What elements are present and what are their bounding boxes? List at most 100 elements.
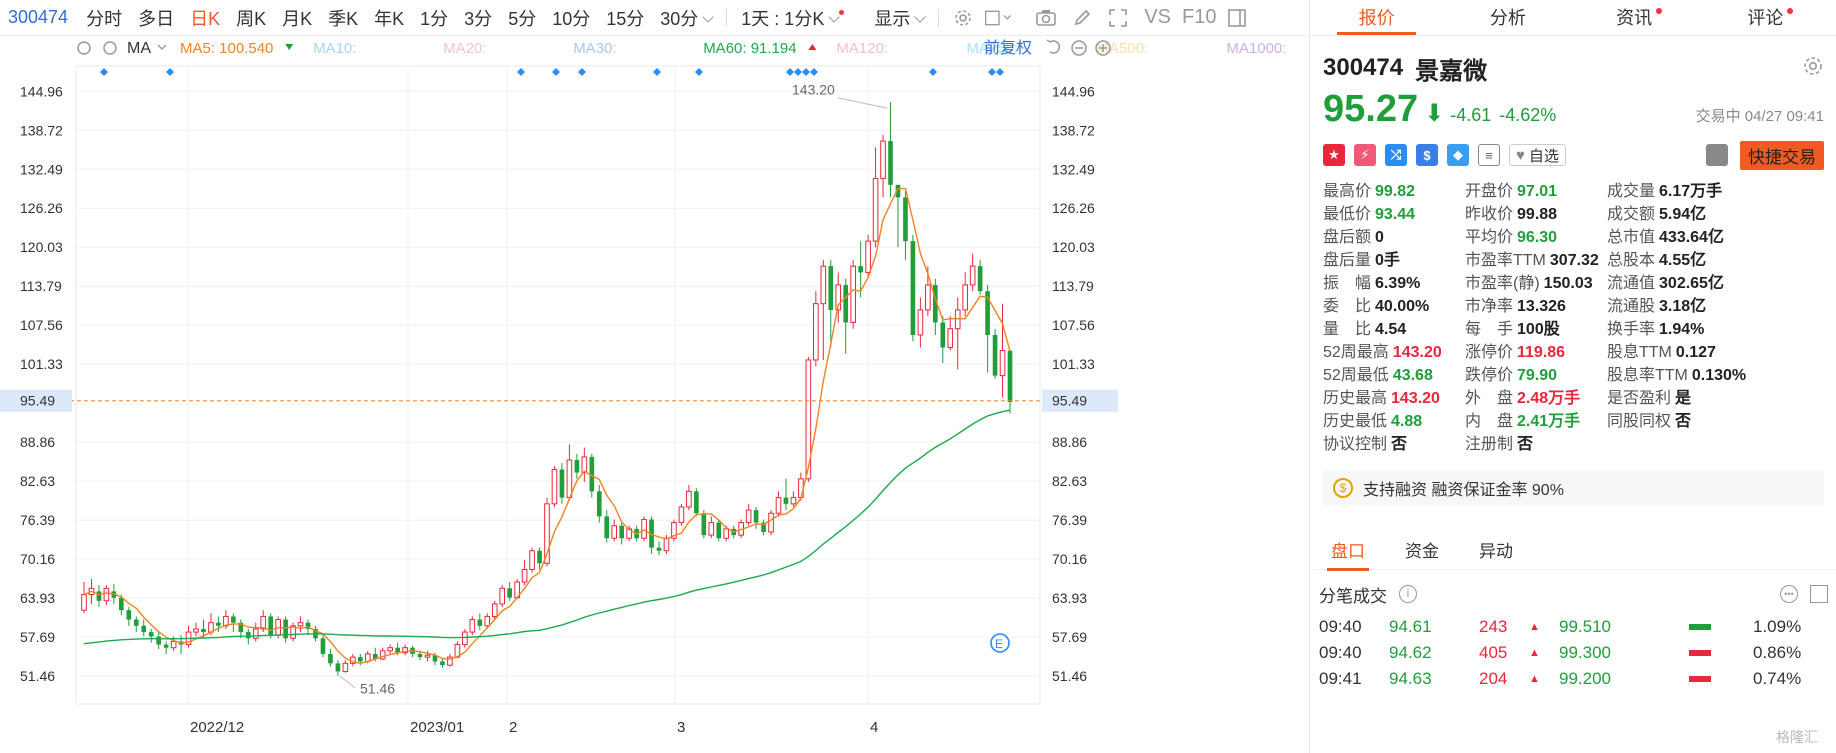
stat-value: 4.55亿 — [1659, 252, 1707, 269]
shuffle-icon[interactable]: ⤮ — [1385, 144, 1407, 166]
stat-label: 量 比 — [1323, 321, 1372, 338]
detail-tab[interactable]: 异动 — [1459, 534, 1533, 570]
quote-panel: 报价 分析 资讯 评论 300474 景嘉微 95.27 ⬇ -4.61 -4.62%… — [1311, 0, 1836, 753]
stock-code-label: 300474 — [1323, 54, 1404, 81]
stat-item: 昨收价 99.88 — [1465, 203, 1607, 226]
bell-icon[interactable] — [1706, 144, 1728, 166]
quick-trade-button[interactable]: 快捷交易 — [1740, 140, 1824, 170]
trading-status: 交易中 04/27 09:41 — [1695, 108, 1824, 125]
stat-value: 0手 — [1375, 252, 1400, 269]
stat-label: 盘后额 — [1323, 229, 1372, 246]
undo-icon[interactable] — [1046, 39, 1060, 54]
tick-volume: 243 — [1479, 617, 1508, 636]
document-icon[interactable]: ≡ — [1478, 144, 1500, 166]
event-marker-icon[interactable] — [802, 68, 810, 76]
candle-body-down — [828, 266, 834, 310]
dollar-icon[interactable]: $ — [1416, 144, 1438, 166]
ma-legend-4: MA60: 91.194 — [703, 40, 796, 57]
f10-button[interactable]: F10 — [1182, 3, 1216, 33]
period-tab[interactable]: 季K — [320, 5, 366, 31]
china-flag-icon[interactable]: ★ — [1323, 144, 1345, 166]
event-marker-icon[interactable] — [552, 68, 560, 76]
event-marker-icon[interactable] — [988, 68, 996, 76]
tick-time: 09:41 — [1319, 669, 1362, 688]
period-tab[interactable]: 多日 — [130, 5, 182, 31]
period-tab[interactable]: 年K — [366, 5, 412, 31]
settings-gear-icon[interactable] — [948, 3, 978, 33]
tag-icon[interactable]: ◆ — [1447, 144, 1469, 166]
settings-gear-icon[interactable] — [77, 41, 91, 55]
stat-label: 平均价 — [1465, 229, 1514, 246]
candle-body-up — [551, 468, 558, 505]
candlestick-chart[interactable]: MA MA5: 100.540 MA10: MA20: MA30: MA60: 91.19… — [0, 36, 1310, 753]
tick-amount: 99.200 — [1559, 669, 1611, 688]
event-marker-icon[interactable] — [786, 68, 794, 76]
grid-view-icon[interactable] — [1810, 585, 1828, 603]
lightning-icon[interactable]: ⚡ — [1354, 144, 1376, 166]
event-marker-icon[interactable] — [695, 68, 703, 76]
event-marker-icon[interactable] — [810, 68, 818, 76]
event-marker-icon[interactable] — [996, 68, 1004, 76]
stat-item: 股息率TTM 0.130% — [1607, 364, 1824, 387]
up-triangle-icon: ▲ — [1529, 673, 1540, 685]
current-price-label-right: 95.49 — [1052, 393, 1087, 409]
more-options-icon[interactable]: ••• — [1780, 585, 1798, 603]
period-select-30min[interactable]: 30分 — [652, 5, 720, 31]
stat-label: 股息率TTM — [1607, 367, 1688, 384]
pencil-draw-icon[interactable] — [1067, 3, 1097, 33]
chevron-down-icon[interactable] — [157, 44, 167, 50]
y-tick-label-right: 144.96 — [1052, 83, 1095, 99]
detail-tab[interactable]: 资金 — [1385, 534, 1459, 570]
stat-item: 开盘价 97.01 — [1465, 180, 1607, 203]
detail-tabs: 盘口 资金 异动 — [1311, 534, 1836, 571]
stat-value: 1.94% — [1659, 321, 1705, 338]
close-circle-icon[interactable] — [103, 41, 117, 55]
camera-icon[interactable] — [1031, 3, 1061, 33]
candle-body-up — [820, 265, 827, 305]
ma-legend-3: MA30: — [573, 40, 616, 57]
event-marker-icon[interactable] — [517, 68, 525, 76]
y-tick-label-right: 82.63 — [1052, 473, 1087, 489]
display-select[interactable]: 显示 — [866, 5, 932, 31]
candle-body-up — [775, 497, 782, 514]
quote-tab[interactable]: 资讯 — [1574, 0, 1705, 35]
fullscreen-icon[interactable] — [1103, 3, 1133, 33]
event-marker-icon[interactable] — [929, 68, 937, 76]
stat-value: 143.20 — [1391, 390, 1440, 407]
quote-tab[interactable]: 分析 — [1442, 0, 1573, 35]
ma5-line — [83, 187, 1011, 665]
gear-icon[interactable] — [1802, 55, 1824, 82]
layout-square-icon[interactable] — [984, 3, 1014, 33]
add-watchlist-button[interactable]: ♥ 自选 — [1509, 144, 1566, 166]
day-period-select[interactable]: 1天 : 1分K — [733, 5, 852, 31]
collapse-panel-icon[interactable] — [1222, 3, 1252, 33]
event-badge-letter: E — [995, 637, 1003, 651]
period-tab[interactable]: 15分 — [598, 5, 652, 31]
period-tab[interactable]: 5分 — [500, 5, 544, 31]
detail-tab[interactable]: 盘口 — [1311, 534, 1385, 571]
stock-code[interactable]: 300474 — [0, 7, 78, 28]
event-marker-icon[interactable] — [794, 68, 802, 76]
up-triangle-icon — [808, 44, 817, 50]
stat-item: 量 比 4.54 — [1323, 318, 1465, 341]
period-tab[interactable]: 3分 — [456, 5, 500, 31]
period-tab[interactable]: 日K — [182, 5, 228, 31]
event-marker-icon[interactable] — [578, 68, 586, 76]
event-marker-icon[interactable] — [100, 68, 108, 76]
period-tab[interactable]: 周K — [228, 5, 274, 31]
stat-item: 协议控制否 — [1323, 433, 1465, 456]
quote-tab[interactable]: 评论 — [1705, 0, 1836, 35]
info-icon[interactable]: i — [1399, 585, 1417, 603]
period-tab[interactable]: 分时 — [78, 5, 130, 31]
tick-list: 09:40 94.61 243 ▲ 99.510 1.09% 09:40 94.62 405 ▲ 9… — [1311, 614, 1836, 692]
vs-compare-button[interactable]: VS — [1144, 3, 1171, 33]
event-marker-icon[interactable] — [166, 68, 174, 76]
candle-body-down — [440, 661, 445, 666]
period-tab[interactable]: 1分 — [412, 5, 456, 31]
event-marker-icon[interactable] — [653, 68, 661, 76]
stat-value: 5.94亿 — [1659, 206, 1707, 223]
stat-item: 是否盈利是 — [1607, 387, 1824, 410]
quote-tab[interactable]: 报价 — [1311, 0, 1442, 35]
period-tab[interactable]: 月K — [274, 5, 320, 31]
period-tab[interactable]: 10分 — [544, 5, 598, 31]
